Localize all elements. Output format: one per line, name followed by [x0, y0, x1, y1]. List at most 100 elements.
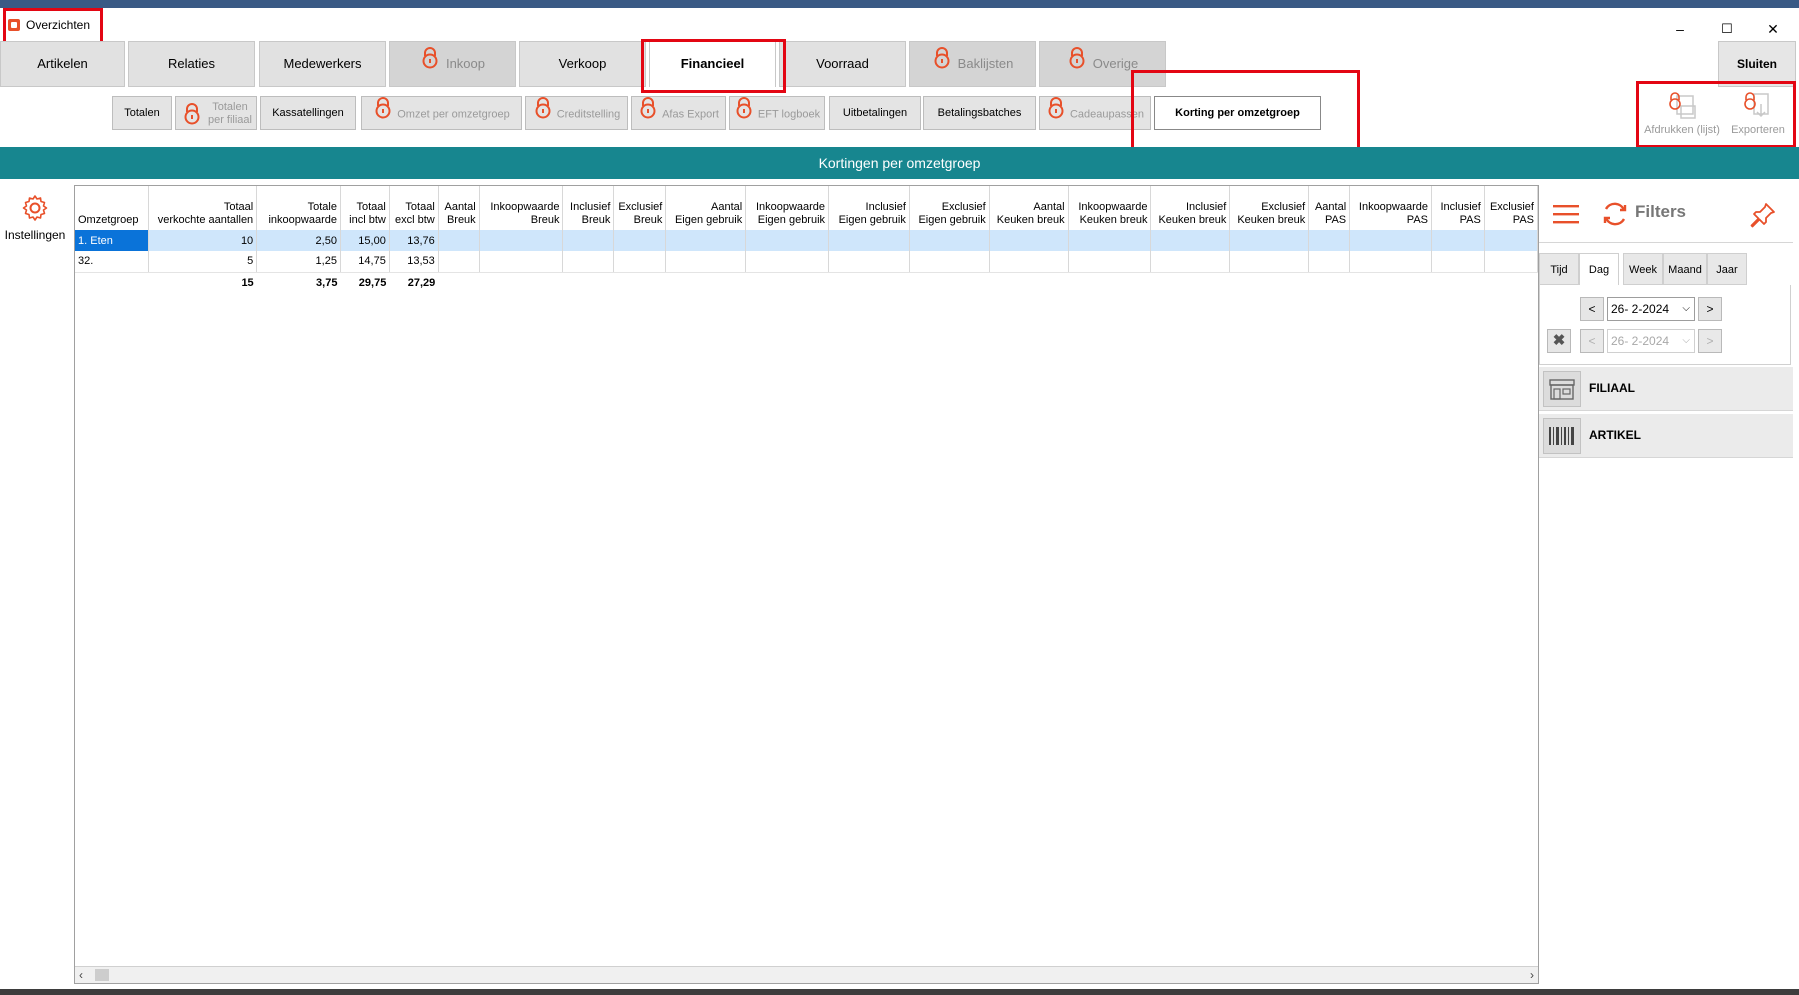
tab-financieel[interactable]: Financieel: [649, 41, 776, 87]
tab-inkoop[interactable]: Inkoop: [389, 41, 516, 87]
date-to-next-button[interactable]: >: [1698, 329, 1722, 353]
cell-excl-btw[interactable]: 13,76: [389, 230, 439, 251]
cell-omzetgroep[interactable]: 32.: [75, 251, 150, 273]
col-header[interactable]: Omzetgroep: [75, 186, 150, 230]
col-header[interactable]: Totaal excl btw: [389, 186, 439, 230]
col-header[interactable]: Aantal Breuk: [438, 186, 480, 230]
filter-group-filiaal[interactable]: FILIAAL: [1539, 367, 1793, 411]
cell-inkoopwaarde[interactable]: 1,25: [256, 251, 341, 273]
cell-empty[interactable]: [1150, 230, 1231, 251]
cell-empty[interactable]: [1431, 251, 1485, 273]
sluiten-button[interactable]: Sluiten: [1718, 41, 1796, 87]
subtab-afas-export[interactable]: Afas Export: [631, 96, 726, 130]
col-header[interactable]: Exclusief Keuken breuk: [1229, 186, 1310, 230]
scroll-thumb[interactable]: [95, 969, 109, 981]
cell-empty[interactable]: [1431, 230, 1485, 251]
subtab-totalen[interactable]: Totalen: [112, 96, 172, 130]
cell-empty[interactable]: [909, 251, 990, 273]
cell-incl-btw[interactable]: 15,00: [340, 230, 390, 251]
cell-omzetgroep[interactable]: 1. Eten: [75, 230, 150, 251]
cell-empty[interactable]: [1349, 251, 1432, 273]
period-tab-jaar[interactable]: Jaar: [1707, 253, 1747, 285]
cell-empty[interactable]: [1229, 230, 1310, 251]
cell-empty[interactable]: [1484, 251, 1539, 273]
clear-date-icon[interactable]: ✖: [1547, 329, 1571, 353]
maximize-button[interactable]: ☐: [1707, 18, 1747, 40]
cell-inkoopwaarde[interactable]: 2,50: [256, 230, 341, 251]
col-header[interactable]: Aantal Eigen gebruik: [665, 186, 747, 230]
date-from-picker[interactable]: 26- 2-2024 ⌵: [1607, 297, 1695, 321]
tab-medewerkers[interactable]: Medewerkers: [259, 41, 386, 87]
period-tab-week[interactable]: Week: [1623, 253, 1663, 285]
col-header[interactable]: Exclusief PAS: [1484, 186, 1539, 230]
cell-empty[interactable]: [665, 230, 747, 251]
subtab-korting-per-omzetgroep[interactable]: Korting per omzetgroep: [1154, 96, 1321, 130]
cell-empty[interactable]: [479, 230, 564, 251]
col-header[interactable]: Inkoopwaarde PAS: [1349, 186, 1432, 230]
col-header[interactable]: Inclusief Breuk: [562, 186, 615, 230]
cell-empty[interactable]: [438, 251, 480, 273]
horizontal-scrollbar[interactable]: ‹ ›: [75, 966, 1538, 983]
date-next-button[interactable]: >: [1698, 297, 1722, 321]
date-prev-button[interactable]: <: [1580, 297, 1604, 321]
subtab-creditstelling[interactable]: Creditstelling: [525, 96, 628, 130]
cell-empty[interactable]: [989, 230, 1069, 251]
subtab-totalen-per-filiaal[interactable]: Totalen per filiaal: [175, 96, 257, 130]
col-header[interactable]: Inkoopwaarde Keuken breuk: [1068, 186, 1152, 230]
subtab-betalingsbatches[interactable]: Betalingsbatches: [923, 96, 1036, 130]
pin-icon[interactable]: [1749, 201, 1777, 229]
cell-empty[interactable]: [989, 251, 1069, 273]
subtab-uitbetalingen[interactable]: Uitbetalingen: [829, 96, 921, 130]
cell-empty[interactable]: [1068, 230, 1152, 251]
col-header[interactable]: Totaal incl btw: [340, 186, 390, 230]
cell-empty[interactable]: [1229, 251, 1310, 273]
cell-empty[interactable]: [613, 251, 667, 273]
tab-verkoop[interactable]: Verkoop: [519, 41, 646, 87]
cell-empty[interactable]: [1308, 230, 1351, 251]
scroll-right-icon[interactable]: ›: [1530, 967, 1534, 984]
cell-empty[interactable]: [562, 230, 615, 251]
tab-voorraad[interactable]: Voorraad: [779, 41, 906, 87]
data-grid[interactable]: Omzetgroep Totaal verkochte aantallen Tot…: [74, 185, 1539, 984]
period-tab-dag[interactable]: Dag: [1579, 253, 1619, 285]
col-header[interactable]: Inclusief Eigen gebruik: [828, 186, 910, 230]
col-header[interactable]: Aantal Keuken breuk: [989, 186, 1069, 230]
col-header[interactable]: Exclusief Eigen gebruik: [909, 186, 990, 230]
cell-empty[interactable]: [1484, 230, 1539, 251]
col-header[interactable]: Inclusief PAS: [1431, 186, 1485, 230]
close-window-button[interactable]: ✕: [1753, 18, 1793, 40]
cell-empty[interactable]: [1150, 251, 1231, 273]
cell-empty[interactable]: [909, 230, 990, 251]
col-header[interactable]: Totale inkoopwaarde: [256, 186, 341, 230]
export-button[interactable]: Exporteren: [1720, 90, 1796, 136]
subtab-cadeaupassen[interactable]: Cadeaupassen: [1039, 96, 1151, 130]
table-row[interactable]: 1. Eten 10 2,50 15,00 13,76: [75, 230, 1539, 251]
col-header[interactable]: Exclusief Breuk: [613, 186, 667, 230]
cell-aantal[interactable]: 10: [148, 230, 258, 251]
tab-artikelen[interactable]: Artikelen: [0, 41, 125, 87]
cell-empty[interactable]: [613, 230, 667, 251]
menu-icon[interactable]: [1553, 203, 1579, 225]
print-list-button[interactable]: Afdrukken (lijst): [1644, 90, 1720, 136]
col-header[interactable]: Inclusief Keuken breuk: [1150, 186, 1231, 230]
cell-empty[interactable]: [1349, 230, 1432, 251]
cell-excl-btw[interactable]: 13,53: [389, 251, 439, 273]
col-header[interactable]: Inkoopwaarde Eigen gebruik: [745, 186, 830, 230]
cell-empty[interactable]: [1308, 251, 1351, 273]
cell-empty[interactable]: [438, 230, 480, 251]
cell-empty[interactable]: [479, 251, 564, 273]
subtab-kassatellingen[interactable]: Kassatellingen: [260, 96, 356, 130]
cell-empty[interactable]: [562, 251, 615, 273]
cell-empty[interactable]: [828, 230, 910, 251]
tab-overige[interactable]: Overige: [1039, 41, 1166, 87]
col-header[interactable]: Totaal verkochte aantallen: [148, 186, 258, 230]
cell-empty[interactable]: [745, 251, 830, 273]
date-to-picker[interactable]: 26- 2-2024 ⌵: [1607, 329, 1695, 353]
subtab-omzet-per-omzetgroep[interactable]: Omzet per omzetgroep: [361, 96, 522, 130]
period-tab-maand[interactable]: Maand: [1663, 253, 1707, 285]
period-tab-tijd[interactable]: Tijd: [1539, 253, 1579, 285]
refresh-icon[interactable]: [1601, 200, 1629, 228]
col-header[interactable]: Inkoopwaarde Breuk: [479, 186, 564, 230]
filter-group-artikel[interactable]: ARTIKEL: [1539, 414, 1793, 458]
minimize-button[interactable]: –: [1660, 18, 1700, 40]
